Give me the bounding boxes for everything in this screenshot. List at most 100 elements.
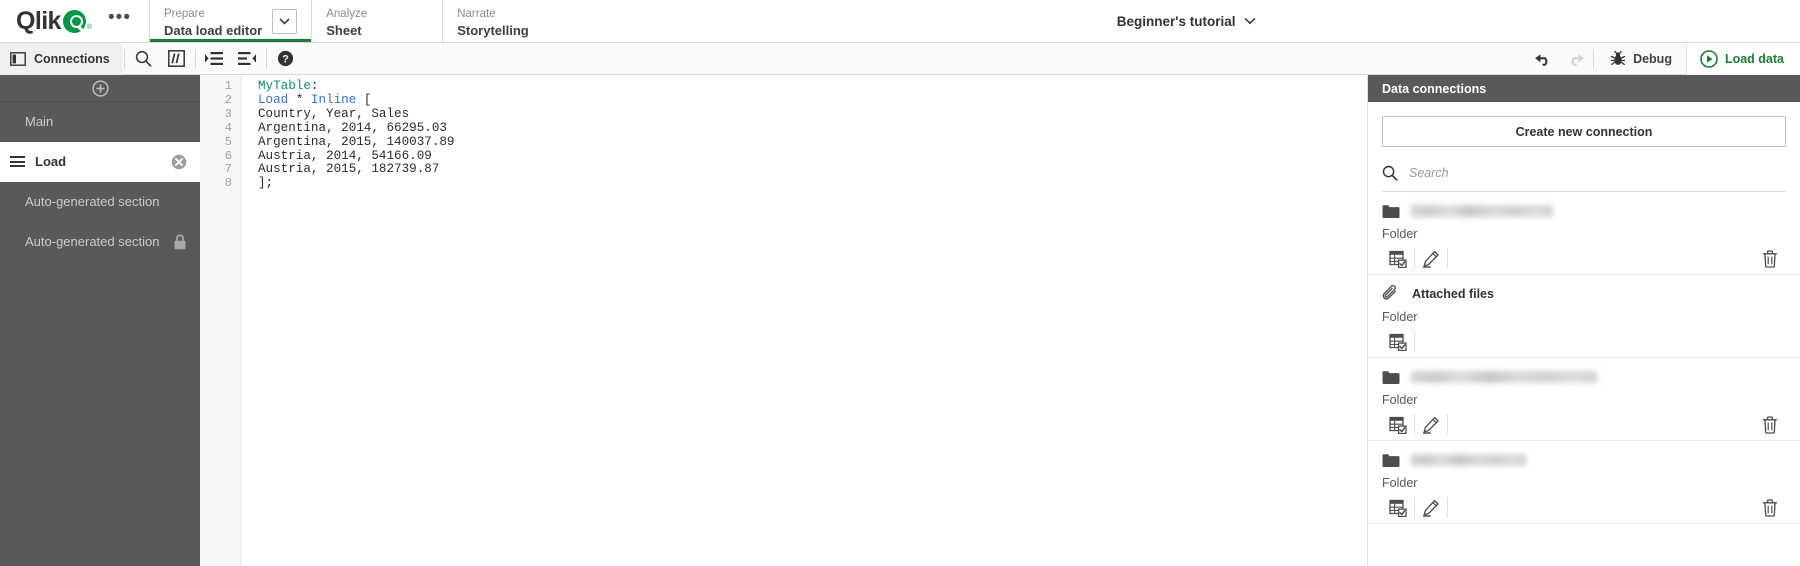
connection-item[interactable]: Folder [1368, 192, 1800, 275]
connection-actions [1382, 243, 1786, 274]
chevron-down-icon [1244, 17, 1256, 25]
edit-connection-button[interactable] [1415, 245, 1447, 272]
data-connections-panel: Data connections Create new connection S… [1367, 75, 1800, 566]
svg-text:?: ? [282, 54, 289, 66]
edit-pencil-icon [1422, 499, 1439, 517]
connection-actions [1382, 492, 1786, 523]
action-divider [1414, 331, 1415, 352]
outdent-icon [238, 52, 257, 65]
folder-icon [1382, 370, 1400, 384]
load-data-button[interactable]: Load data [1685, 42, 1800, 75]
select-data-button[interactable] [1382, 328, 1414, 355]
sidebar-section-auto-generated-2[interactable]: Auto-generated section [0, 222, 200, 262]
section-label: Auto-generated section [25, 234, 160, 249]
add-section-button[interactable] [0, 75, 200, 102]
script-sections-sidebar: Main Load Auto-generated section Auto-ge… [0, 75, 200, 566]
script-code-editor[interactable]: 12345678 MyTable: Load * Inline [Country,… [200, 75, 1367, 566]
app-title-label: Beginner's tutorial [1116, 13, 1236, 29]
code-line: Load * Inline [ [258, 92, 1367, 108]
overflow-menu-button[interactable]: ••• [104, 8, 135, 27]
edit-connection-button[interactable] [1415, 411, 1447, 438]
connection-item[interactable]: Attached files Folder [1368, 275, 1800, 358]
indent-icon-button[interactable] [198, 43, 231, 75]
connection-name-redacted [1411, 454, 1526, 466]
trash-icon [1762, 415, 1778, 434]
sidebar-section-auto-generated-1[interactable]: Auto-generated section [0, 182, 200, 222]
bug-icon [1610, 50, 1626, 65]
close-icon[interactable] [171, 154, 187, 170]
toolbar-divider [265, 48, 267, 69]
code-line: Argentina, 2015, 140037.89 [258, 134, 1367, 150]
redo-icon [1571, 53, 1584, 66]
action-divider [1447, 497, 1448, 518]
tab-narrate-storytelling[interactable]: Narrate Storytelling [442, 0, 573, 42]
tab-prepare-data-load-editor[interactable]: Prepare Data load editor [148, 0, 312, 42]
line-number: 5 [224, 134, 232, 149]
line-number: 7 [224, 162, 232, 177]
line-number: 8 [224, 176, 232, 191]
indent-icon [205, 52, 224, 65]
folder-icon [1382, 453, 1400, 467]
sidebar-section-load[interactable]: Load [0, 142, 200, 182]
edit-pencil-icon [1422, 250, 1439, 268]
drag-handle-icon[interactable] [10, 156, 25, 167]
section-lock [173, 233, 187, 250]
create-new-connection-button[interactable]: Create new connection [1382, 116, 1786, 147]
comment-icon-button[interactable] [160, 43, 193, 75]
connection-search-input[interactable]: Search [1382, 154, 1786, 192]
line-number-gutter: 12345678 [200, 75, 241, 566]
connection-name-redacted [1411, 371, 1597, 383]
connection-header [1382, 367, 1786, 387]
code-token: Load [258, 92, 289, 107]
tab-dropdown-button[interactable] [272, 9, 298, 34]
delete-connection-button[interactable] [1754, 411, 1786, 438]
select-data-icon [1389, 333, 1407, 351]
connection-header [1382, 201, 1786, 221]
undo-icon [1534, 53, 1547, 66]
connection-type: Folder [1382, 393, 1418, 407]
trash-icon [1762, 249, 1778, 268]
select-data-button[interactable] [1382, 494, 1414, 521]
code-token: Inline [310, 92, 357, 107]
lock-icon [174, 233, 186, 249]
connection-name: Attached files [1412, 287, 1494, 301]
select-data-button[interactable] [1382, 245, 1414, 272]
redo-button[interactable] [1559, 43, 1591, 75]
connections-toggle-button[interactable]: Connections [0, 42, 122, 75]
code-line: ]; [258, 176, 1367, 191]
tab-kicker: Narrate [457, 8, 496, 20]
line-number: 1 [224, 79, 232, 93]
code-line: MyTable: [258, 79, 1367, 94]
chevron-down-icon [279, 18, 290, 25]
folder-icon [1382, 204, 1400, 218]
section-actions [171, 154, 187, 170]
code-area[interactable]: MyTable: Load * Inline [Country, Year, Sa… [241, 75, 1367, 566]
line-number: 6 [224, 148, 232, 163]
connection-item[interactable]: Folder [1368, 358, 1800, 441]
undo-button[interactable] [1527, 43, 1559, 75]
connection-item[interactable]: Folder [1368, 441, 1800, 524]
connections-label: Connections [34, 51, 110, 66]
delete-connection-button[interactable] [1754, 494, 1786, 521]
search-icon-button[interactable] [127, 43, 160, 75]
code-token: Argentina, 2015, 140037.89 [258, 134, 455, 149]
code-token: [ [356, 92, 372, 107]
toolbar-right-group: Debug Load data [1527, 42, 1800, 75]
code-token: Country, Year, Sales [258, 106, 410, 121]
connection-actions [1382, 326, 1786, 357]
edit-connection-button[interactable] [1415, 494, 1447, 521]
line-number: 2 [224, 92, 232, 107]
debug-button[interactable]: Debug [1596, 43, 1686, 75]
panel-icon [10, 51, 26, 66]
app-title-selector[interactable]: Beginner's tutorial [573, 0, 1800, 42]
outdent-icon-button[interactable] [231, 43, 264, 75]
sidebar-section-main[interactable]: Main [0, 102, 200, 142]
qlik-logo[interactable]: Qlik ® [16, 7, 92, 36]
search-icon [1382, 165, 1398, 181]
line-number: 3 [224, 106, 232, 121]
tab-analyze-sheet[interactable]: Analyze Sheet [311, 0, 442, 42]
help-icon-button[interactable]: ? [269, 43, 302, 75]
select-data-button[interactable] [1382, 411, 1414, 438]
delete-connection-button[interactable] [1754, 245, 1786, 272]
code-token: MyTable [258, 79, 311, 93]
